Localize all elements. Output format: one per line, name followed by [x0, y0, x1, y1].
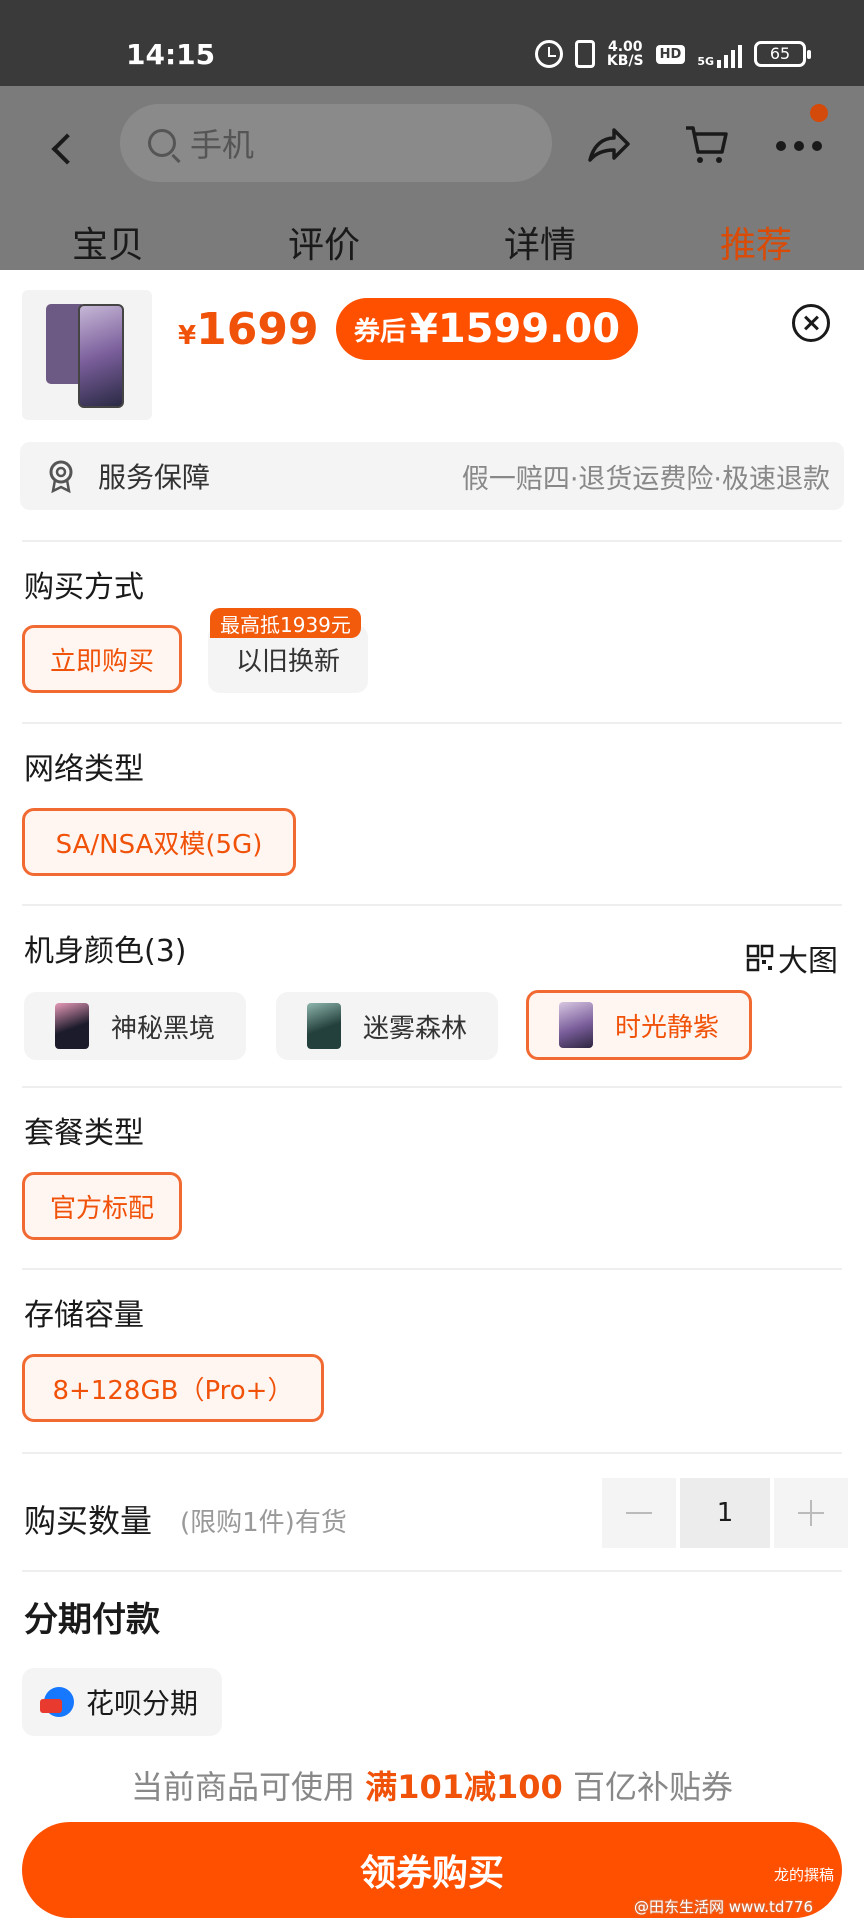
badge-icon — [49, 460, 73, 493]
product-header: 手机 宝贝 评价 详情 推荐 — [0, 86, 864, 290]
status-time: 14:15 — [126, 38, 216, 71]
divider — [22, 904, 842, 906]
quantity-input[interactable]: 1 — [680, 1478, 770, 1548]
tab-reviews[interactable]: 评价 — [216, 210, 432, 268]
search-placeholder: 手机 — [190, 126, 255, 164]
quantity-title: 购买数量 — [24, 1502, 153, 1540]
alarm-icon — [534, 40, 563, 68]
divider — [22, 540, 842, 542]
signal-label: 5G — [697, 55, 714, 68]
share-icon[interactable] — [584, 120, 632, 168]
tab-baobei[interactable]: 宝贝 — [0, 210, 216, 268]
section-title-storage: 存储容量 — [24, 1298, 144, 1333]
close-icon[interactable] — [792, 304, 830, 342]
section-title-color: 机身颜色(3) — [24, 934, 187, 969]
vibrate-icon — [574, 40, 595, 68]
more-icon[interactable] — [776, 136, 826, 156]
option-color-purple[interactable]: 时光静紫 — [526, 990, 752, 1060]
coupon-price-pill: 券后 ¥1599.00 — [336, 298, 639, 360]
status-bar: 14:15 4.00 KB/S HD 5G 65 — [0, 0, 864, 86]
installment-title: 分期付款 — [24, 1600, 160, 1640]
sku-sheet: ¥1699 券后 ¥1599.00 服务保障 假一赔四·退货运费险·极速退款 购买… — [0, 270, 864, 1920]
back-icon[interactable] — [44, 124, 84, 174]
option-storage[interactable]: 8+128GB（Pro+） — [22, 1354, 324, 1422]
search-input[interactable]: 手机 — [120, 104, 552, 182]
signal-icon: 5G — [697, 40, 742, 68]
plus-icon[interactable] — [774, 1478, 848, 1548]
big-image-button[interactable]: 大图 — [746, 936, 838, 980]
divider — [22, 1570, 842, 1572]
battery-icon: 65 — [754, 41, 811, 67]
option-color-green[interactable]: 迷雾森林 — [276, 992, 498, 1060]
color-thumb-icon — [54, 1003, 89, 1049]
service-desc: 假一赔四·退货运费险·极速退款 — [461, 463, 830, 495]
service-title: 服务保障 — [98, 461, 211, 494]
option-network-5g[interactable]: SA/NSA双模(5G) — [22, 808, 296, 876]
net-speed-unit: KB/S — [606, 53, 644, 69]
net-speed: 4.00 KB/S — [607, 40, 644, 68]
hd-icon: HD — [655, 44, 686, 64]
color-thumb-icon — [558, 1002, 593, 1048]
option-package-standard[interactable]: 官方标配 — [22, 1172, 182, 1240]
option-color-black[interactable]: 神秘黑境 — [24, 992, 246, 1060]
quantity-stock: (限购1件)有货 — [180, 1508, 347, 1538]
tab-details[interactable]: 详情 — [432, 210, 648, 268]
status-icons: 4.00 KB/S HD 5G 65 — [534, 40, 811, 68]
tab-recommend[interactable]: 推荐 — [648, 210, 864, 290]
watermark-site: @田东生活网 www.td776 — [634, 1898, 813, 1916]
divider — [22, 1268, 842, 1270]
cart-icon[interactable] — [682, 120, 730, 168]
divider — [22, 722, 842, 724]
watermark-author: 龙的撰稿 — [774, 1866, 835, 1884]
option-huabei[interactable]: 花呗分期 — [22, 1668, 223, 1736]
big-image-label: 大图 — [778, 944, 838, 979]
trade-in-badge: 最高抵1939元 — [210, 608, 361, 638]
tab-bar: 宝贝 评价 详情 推荐 — [0, 210, 864, 290]
price: ¥1699 — [178, 304, 319, 355]
minus-icon[interactable] — [602, 1478, 676, 1548]
search-icon — [148, 129, 176, 157]
section-title-purchase: 购买方式 — [24, 570, 144, 605]
section-title-package: 套餐类型 — [24, 1116, 144, 1151]
divider — [22, 1452, 842, 1454]
section-title-network: 网络类型 — [24, 752, 144, 787]
color-thumb-icon — [306, 1003, 341, 1049]
promo-text: 当前商品可使用 满101减100 百亿补贴券 — [131, 1768, 733, 1806]
product-thumbnail[interactable] — [22, 290, 152, 420]
service-guarantee[interactable]: 服务保障 假一赔四·退货运费险·极速退款 — [20, 442, 844, 510]
quantity-stepper: 1 — [602, 1478, 848, 1548]
huabei-icon — [40, 1687, 74, 1717]
grid-icon — [746, 944, 774, 972]
option-buy-now[interactable]: 立即购买 — [22, 625, 182, 693]
notification-dot — [810, 104, 828, 122]
divider — [22, 1086, 842, 1088]
